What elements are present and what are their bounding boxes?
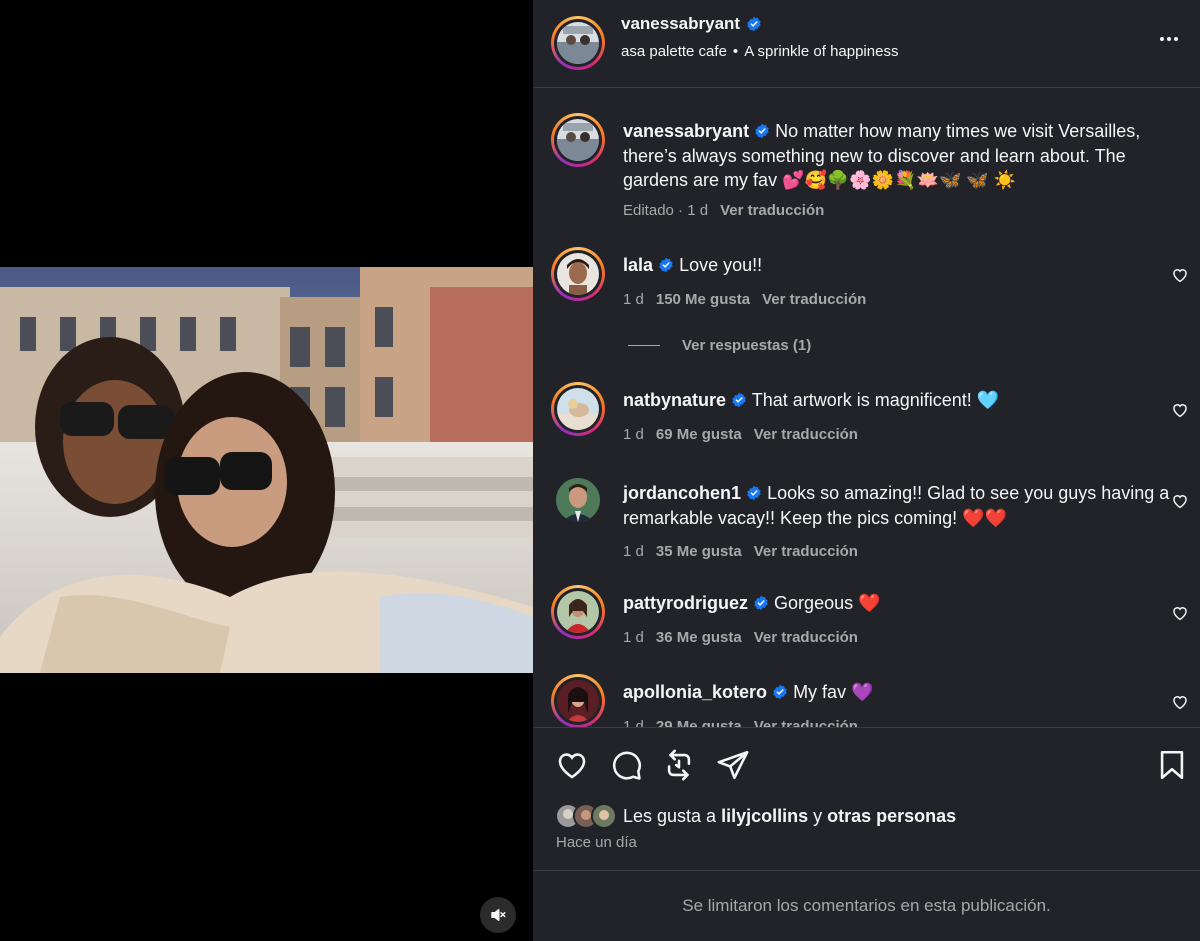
save-bookmark-icon[interactable] [1155, 748, 1189, 782]
likes-prefix: Les gusta a [623, 805, 717, 826]
comment-text: jordancohen1 Looks so amazing!! Glad to … [623, 481, 1183, 530]
post-detail-panel: vanessabryant asa palette cafe • A sprinkl… [533, 0, 1200, 941]
commenter-username[interactable]: lala [623, 255, 653, 275]
more-dot-icon [1174, 37, 1178, 41]
mute-button[interactable] [480, 897, 516, 933]
comment-likes[interactable]: 36 Me gusta [656, 629, 742, 646]
view-replies-button[interactable]: Ver respuestas (1) [628, 337, 811, 354]
comments-list[interactable]: vanessabryant No matter how many times w… [533, 89, 1200, 727]
post-header: vanessabryant asa palette cafe • A sprinkl… [533, 0, 1200, 88]
comment-time: 1 d [623, 629, 644, 646]
speaker-muted-icon [491, 909, 506, 921]
view-replies-label[interactable]: Ver respuestas (1) [682, 337, 811, 354]
comment-time: 1 d [623, 718, 644, 727]
comment-meta: 1 d 150 Me gusta Ver traducción [623, 291, 866, 308]
commenter-avatar[interactable] [556, 478, 600, 522]
like-heart-icon[interactable] [555, 748, 589, 782]
comment-likes[interactable]: 35 Me gusta [656, 543, 742, 560]
post-photo[interactable] [0, 267, 533, 673]
like-comment-heart-icon[interactable] [1171, 401, 1189, 419]
commenter-username[interactable]: apollonia_kotero [623, 682, 767, 702]
post-media-panel [0, 0, 533, 941]
liker-avatar [591, 803, 617, 829]
comment-body: That artwork is magnificent! 🩵 [751, 390, 1000, 410]
caption-meta: Editado · 1 d Ver traducción [623, 202, 824, 219]
comment-time: 1 d [623, 426, 644, 443]
comment-meta: 1 d 35 Me gusta Ver traducción [623, 543, 858, 560]
comment-text: apollonia_kotero My fav 💜 [623, 680, 1183, 705]
comment-text: lala Love you!! [623, 253, 1183, 278]
like-comment-heart-icon[interactable] [1171, 693, 1189, 711]
likes-conj: y [813, 805, 823, 826]
commenter-avatar[interactable] [551, 674, 605, 727]
post-subtitle: asa palette cafe • A sprinkle of happiness [621, 43, 898, 60]
commenter-username[interactable]: jordancohen1 [623, 483, 741, 503]
verified-badge-icon [747, 16, 761, 32]
verified-badge-icon [773, 684, 787, 700]
repost-icon[interactable] [662, 748, 696, 782]
like-comment-heart-icon[interactable] [1171, 266, 1189, 284]
comment-meta: 1 d 36 Me gusta Ver traducción [623, 629, 858, 646]
verified-badge-icon [754, 595, 768, 611]
commenter-username[interactable]: pattyrodriguez [623, 593, 748, 613]
commenter-username[interactable]: natbynature [623, 390, 726, 410]
commenter-avatar[interactable] [551, 382, 605, 436]
author-username[interactable]: vanessabryant [621, 14, 762, 34]
like-comment-heart-icon[interactable] [1171, 492, 1189, 510]
translate-link[interactable]: Ver traducción [754, 426, 858, 443]
liker-username[interactable]: lilyjcollins [721, 806, 808, 827]
comment-time: 1 d [623, 291, 644, 308]
comments-limited-notice: Se limitaron los comentarios en esta pub… [533, 870, 1200, 941]
more-dot-icon [1160, 37, 1164, 41]
comment-body: Gorgeous ❤️ [774, 593, 881, 613]
share-send-icon[interactable] [716, 748, 750, 782]
comment-body: My fav 💜 [793, 682, 874, 702]
comment-likes[interactable]: 69 Me gusta [656, 426, 742, 443]
comment-meta: 1 d 69 Me gusta Ver traducción [623, 426, 858, 443]
verified-badge-icon [755, 123, 769, 139]
audio-link[interactable]: A sprinkle of happiness [744, 43, 898, 60]
author-avatar[interactable] [551, 16, 605, 70]
comment-time: 1 d [623, 543, 644, 560]
translate-link[interactable]: Ver traducción [754, 543, 858, 560]
liker-avatars [555, 803, 617, 829]
post-action-bar [533, 727, 1200, 802]
caption-edited: Editado · 1 d [623, 202, 709, 219]
author-avatar[interactable] [551, 113, 605, 167]
separator-dot: • [732, 43, 739, 60]
post-timestamp[interactable]: Hace un día [556, 834, 637, 851]
more-options-button[interactable] [1156, 26, 1182, 52]
translate-link[interactable]: Ver traducción [754, 629, 858, 646]
replies-divider [628, 345, 660, 346]
commenter-avatar[interactable] [551, 585, 605, 639]
comment-likes[interactable]: 150 Me gusta [656, 291, 750, 308]
translate-link[interactable]: Ver traducción [720, 202, 824, 219]
commenter-avatar[interactable] [551, 247, 605, 301]
translate-link[interactable]: Ver traducción [754, 718, 858, 727]
translate-link[interactable]: Ver traducción [762, 291, 866, 308]
verified-badge-icon [747, 485, 761, 501]
comment-body: Love you!! [679, 255, 763, 275]
caption-text: vanessabryant No matter how many times w… [623, 119, 1183, 193]
like-comment-heart-icon[interactable] [1171, 604, 1189, 622]
location-link[interactable]: asa palette cafe [621, 43, 727, 60]
comment-bubble-icon[interactable] [609, 748, 643, 782]
more-dot-icon [1167, 37, 1171, 41]
comment-likes[interactable]: 29 Me gusta [656, 718, 742, 727]
comment-meta: 1 d 29 Me gusta Ver traducción [623, 718, 858, 727]
comment-text: pattyrodriguez Gorgeous ❤️ [623, 591, 1183, 616]
comment-text: natbynature That artwork is magnificent!… [623, 388, 1183, 413]
likes-others-link[interactable]: otras personas [827, 806, 956, 827]
verified-badge-icon [732, 392, 746, 408]
caption-username[interactable]: vanessabryant [623, 121, 749, 141]
verified-badge-icon [659, 257, 673, 273]
likes-summary[interactable]: Les gusta a lilyjcollins y otras persona… [555, 803, 961, 829]
author-username-text[interactable]: vanessabryant [621, 14, 740, 34]
